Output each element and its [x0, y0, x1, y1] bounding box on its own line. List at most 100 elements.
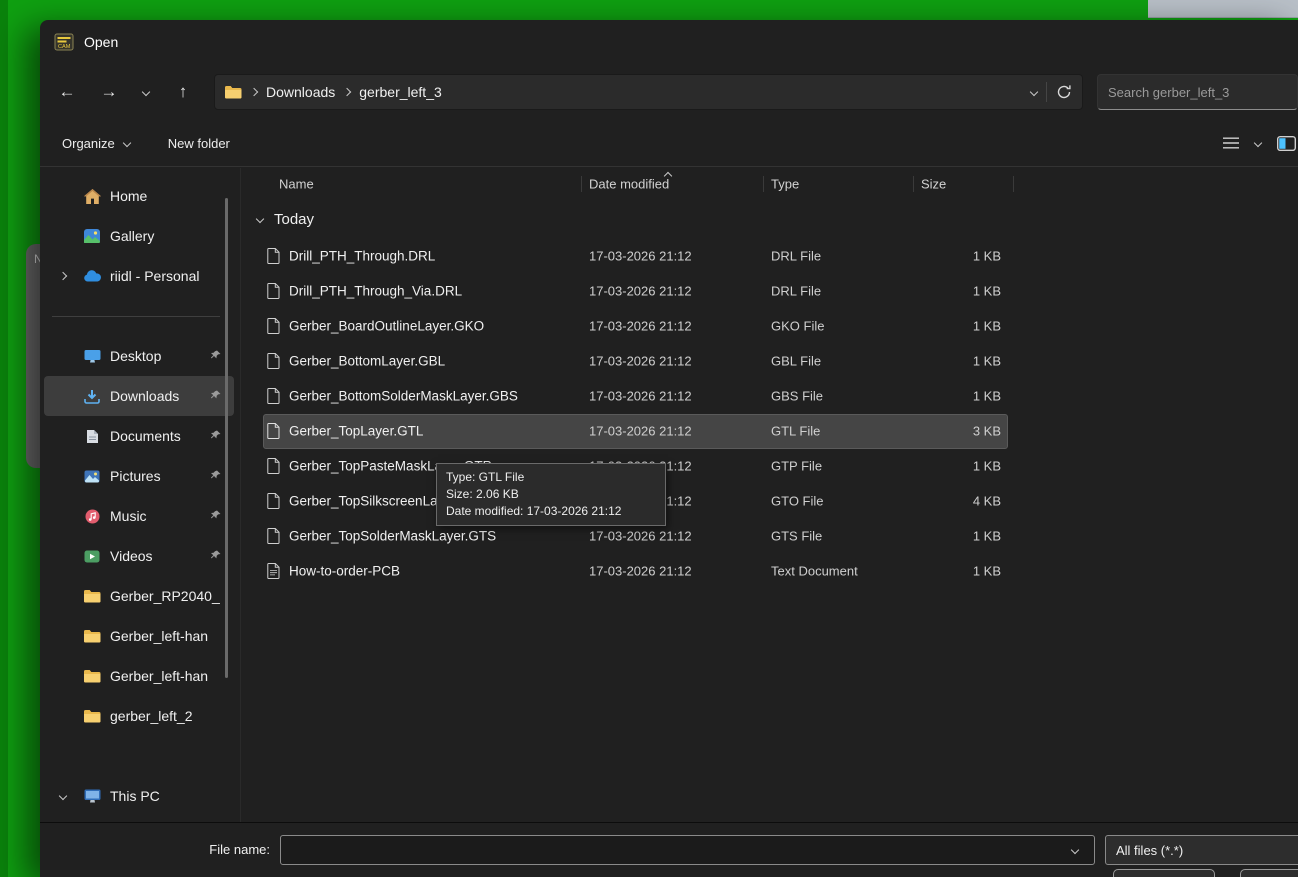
organize-button[interactable]: Organize	[62, 135, 131, 151]
up-button[interactable]: ↑	[166, 76, 200, 108]
forward-button[interactable]: →	[92, 76, 126, 108]
breadcrumb-chevron-icon[interactable]	[249, 87, 259, 97]
sidebar-item-label: Documents	[110, 428, 181, 444]
file-row[interactable]: Gerber_BottomLayer.GBL 17-03-2026 21:12 …	[241, 343, 1298, 378]
file-date: 17-03-2026 21:12	[589, 353, 692, 368]
sidebar-item-documents[interactable]: Documents	[44, 416, 234, 456]
sidebar-item-folder-gerber-left-hand-1[interactable]: Gerber_left-han	[44, 616, 234, 656]
file-row[interactable]: Gerber_TopSilkscreenLayer.GTO 17-03-2026…	[241, 483, 1298, 518]
recent-locations-button[interactable]	[134, 76, 158, 108]
group-header-today[interactable]: Today	[241, 200, 1298, 238]
file-size: 3 KB	[972, 423, 1001, 438]
address-dropdown-icon[interactable]	[1029, 87, 1039, 97]
breadcrumb-current-folder[interactable]: gerber_left_3	[359, 84, 442, 100]
back-button[interactable]: ←	[50, 76, 84, 108]
new-folder-button[interactable]: New folder	[168, 136, 230, 151]
breadcrumb-chevron-icon[interactable]	[343, 87, 352, 97]
expand-chevron-icon[interactable]	[52, 271, 74, 281]
pin-icon	[210, 428, 222, 444]
refresh-button[interactable]	[1056, 84, 1072, 100]
preview-pane-icon[interactable]	[1277, 135, 1296, 151]
group-collapse-icon[interactable]	[255, 214, 265, 224]
sidebar-item-label: gerber_left_2	[110, 708, 193, 724]
file-size: 4 KB	[972, 493, 1001, 508]
organize-label: Organize	[62, 135, 115, 151]
column-divider[interactable]	[763, 176, 764, 192]
sidebar-item-downloads[interactable]: Downloads	[44, 376, 234, 416]
sidebar-item-desktop[interactable]: Desktop	[44, 336, 234, 376]
file-type: GTL File	[771, 423, 821, 438]
file-row[interactable]: Gerber_TopSolderMaskLayer.GTS 17-03-2026…	[241, 518, 1298, 553]
file-row[interactable]: Drill_PTH_Through_Via.DRL 17-03-2026 21:…	[241, 273, 1298, 308]
sidebar-item-home[interactable]: Home	[44, 176, 234, 216]
sidebar-item-label: riidl - Personal	[110, 268, 200, 284]
cancel-button[interactable]	[1240, 869, 1298, 877]
file-name-input[interactable]	[280, 835, 1095, 865]
expand-chevron-icon[interactable]	[52, 791, 74, 801]
folder-icon	[81, 629, 103, 643]
file-list-panel: Name Date modified Type Size Today Drill…	[240, 168, 1298, 822]
view-mode-icon[interactable]	[1223, 137, 1239, 149]
sidebar-item-folder-gerber-rp2040[interactable]: Gerber_RP2040_	[44, 576, 234, 616]
column-divider[interactable]	[1013, 176, 1014, 192]
search-box[interactable]	[1097, 74, 1298, 110]
sidebar-item-label: Gerber_left-han	[110, 628, 209, 644]
chevron-down-icon	[122, 138, 131, 148]
breadcrumb-downloads[interactable]: Downloads	[266, 84, 335, 100]
folder-icon	[225, 85, 242, 99]
sidebar-scrollbar[interactable]	[225, 198, 228, 678]
music-icon	[81, 509, 103, 524]
sidebar-item-music[interactable]: Music	[44, 496, 234, 536]
sidebar-item-folder-gerber-left-2[interactable]: gerber_left_2	[44, 696, 234, 736]
column-divider[interactable]	[581, 176, 582, 192]
file-row[interactable]: Gerber_TopPasteMaskLayer.GTP 17-03-2026 …	[241, 448, 1298, 483]
file-size: 1 KB	[972, 528, 1001, 543]
sidebar-item-this-pc[interactable]: This PC	[44, 776, 234, 816]
sidebar-item-label: Desktop	[110, 348, 162, 364]
sidebar-item-label: Music	[110, 508, 147, 524]
tooltip-size: Size: 2.06 KB	[446, 487, 519, 501]
app-icon: CAM	[54, 32, 74, 52]
column-header-type[interactable]: Type	[771, 177, 799, 192]
file-tooltip: Type: GTL File Size: 2.06 KB Date modifi…	[436, 463, 666, 526]
address-bar[interactable]: Downloads gerber_left_3	[214, 74, 1083, 110]
sidebar-item-folder-gerber-left-hand-2[interactable]: Gerber_left-han	[44, 656, 234, 696]
file-row[interactable]: Drill_PTH_Through.DRL 17-03-2026 21:12 D…	[241, 238, 1298, 273]
sidebar-item-onedrive[interactable]: riidl - Personal	[44, 256, 234, 296]
background-window-strip	[1148, 0, 1298, 18]
title-bar[interactable]: CAM Open	[40, 20, 1298, 64]
file-type-select[interactable]: All files (*.*)	[1105, 835, 1298, 865]
column-header-row: Name Date modified Type Size	[241, 168, 1298, 200]
file-icon	[267, 247, 280, 264]
file-type: GTP File	[771, 458, 823, 473]
pin-icon	[210, 388, 222, 404]
file-icon	[267, 457, 280, 474]
file-row-selected[interactable]: Gerber_TopLayer.GTL 17-03-2026 21:12 GTL…	[241, 413, 1298, 449]
file-size: 1 KB	[972, 388, 1001, 403]
column-divider[interactable]	[913, 176, 914, 192]
file-row[interactable]: Gerber_BottomSolderMaskLayer.GBS 17-03-2…	[241, 378, 1298, 413]
file-date: 17-03-2026 21:12	[589, 283, 692, 298]
search-input[interactable]	[1108, 84, 1287, 100]
view-mode-dropdown-icon[interactable]	[1253, 138, 1263, 148]
open-button[interactable]	[1113, 869, 1215, 877]
sidebar-item-gallery[interactable]: Gallery	[44, 216, 234, 256]
toolbar-right-group	[1223, 135, 1298, 151]
file-type: GBL File	[771, 353, 822, 368]
column-header-name[interactable]: Name	[279, 177, 314, 192]
sidebar-item-videos[interactable]: Videos	[44, 536, 234, 576]
file-row[interactable]: Gerber_BoardOutlineLayer.GKO 17-03-2026 …	[241, 308, 1298, 343]
column-header-size[interactable]: Size	[921, 177, 946, 192]
downloads-icon	[81, 389, 103, 404]
file-type: Text Document	[771, 563, 858, 578]
file-name: Gerber_BoardOutlineLayer.GKO	[289, 318, 485, 333]
file-icon	[267, 282, 280, 299]
file-row[interactable]: How-to-order-PCB 17-03-2026 21:12 Text D…	[241, 553, 1298, 588]
desktop-icon	[81, 349, 103, 363]
chevron-down-icon	[141, 87, 151, 97]
tooltip-date-modified: Date modified: 17-03-2026 21:12	[446, 504, 622, 518]
sidebar-item-pictures[interactable]: Pictures	[44, 456, 234, 496]
gallery-icon	[81, 229, 103, 243]
file-icon	[267, 492, 280, 509]
column-header-date-modified[interactable]: Date modified	[589, 177, 669, 192]
